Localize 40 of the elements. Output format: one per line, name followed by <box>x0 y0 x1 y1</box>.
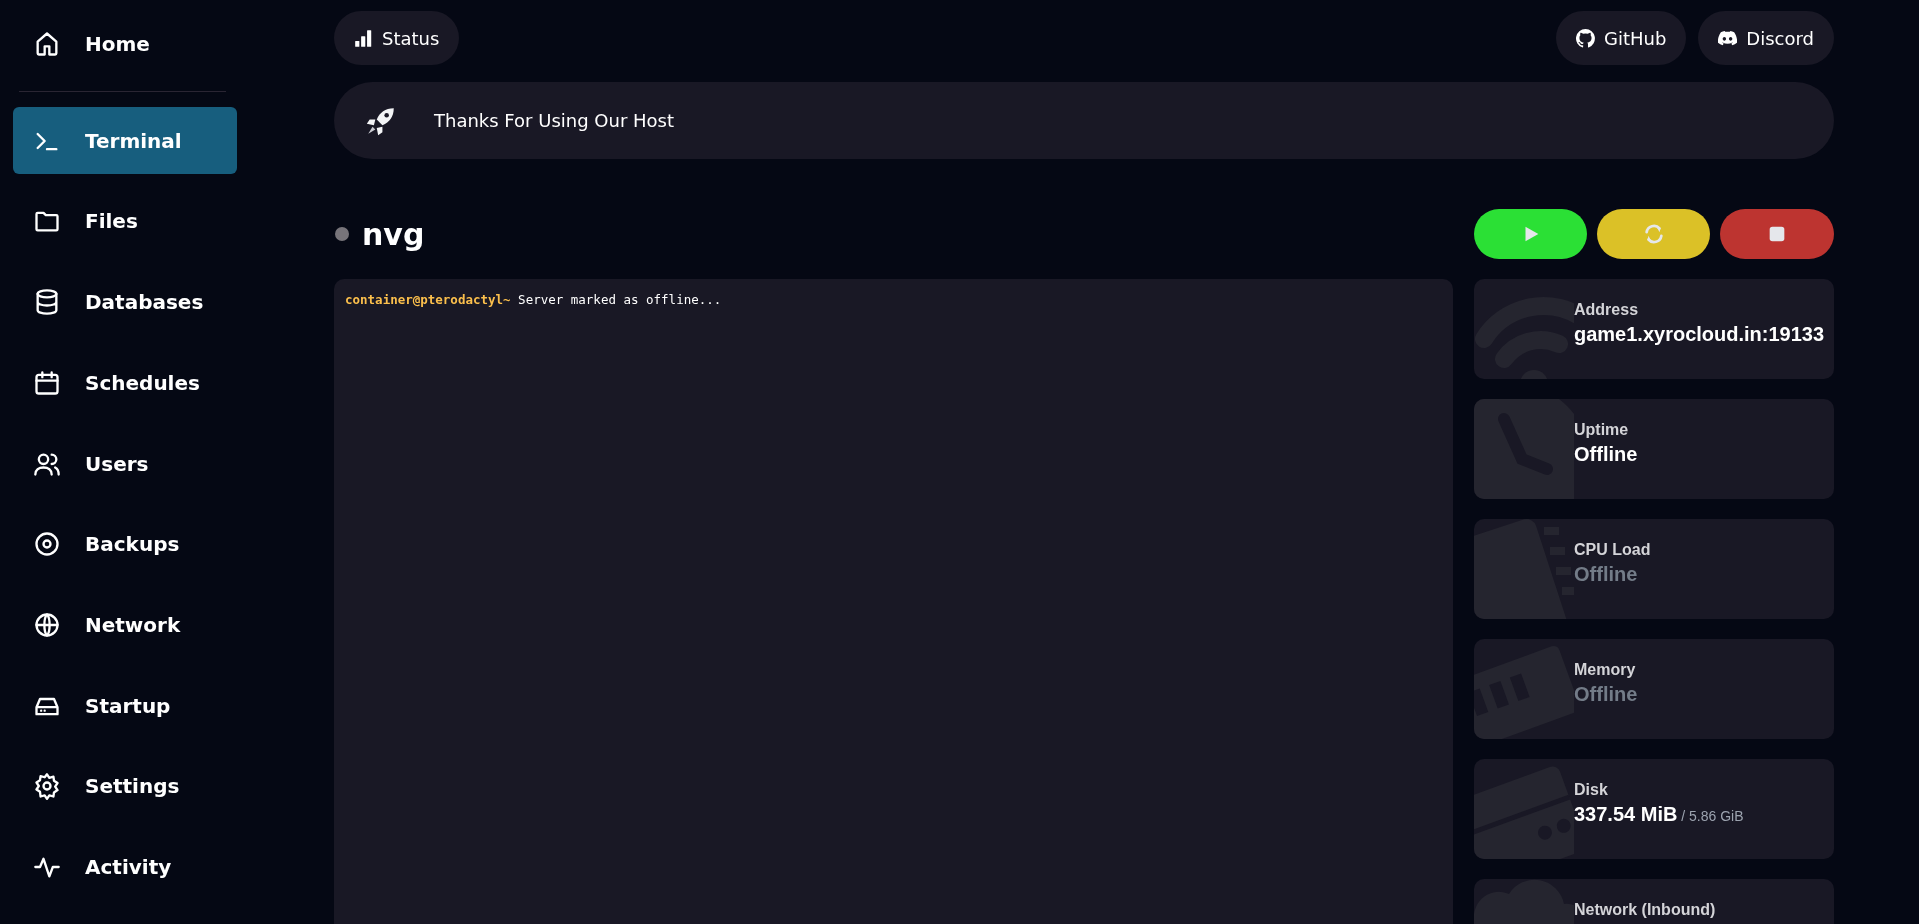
refresh-icon <box>1642 223 1665 245</box>
sidebar-item[interactable]: Backups <box>13 510 237 579</box>
stat-value: game1.xyrocloud.in:19133 <box>1574 323 1826 346</box>
stat-label: Address <box>1574 301 1640 319</box>
stat-label: Memory <box>1574 661 1637 679</box>
stat-value: Offline <box>1574 563 1639 586</box>
sidebar-item[interactable]: Network <box>13 591 237 659</box>
link-button[interactable]: Discord <box>1698 11 1834 65</box>
stat-label: CPU Load <box>1574 541 1652 559</box>
stop-button[interactable] <box>1720 209 1834 259</box>
sidebar-item[interactable]: Terminal <box>13 106 237 175</box>
stat-value: Offline <box>1574 683 1639 706</box>
sidebar-item[interactable]: Startup <box>13 671 237 740</box>
cat-icon <box>1575 28 1595 48</box>
console-line: container@pterodactyl~ Server marked as offline... <box>345 291 723 309</box>
sidebar-item[interactable]: Settings <box>13 752 237 821</box>
stat-value: Offline <box>1574 443 1639 466</box>
stat-label: Disk <box>1574 781 1609 799</box>
controller-icon <box>1718 28 1738 48</box>
sidebar-item[interactable]: Files <box>13 187 237 256</box>
stat-value: 337.54 MiB / 5.86 GiB <box>1574 803 1745 826</box>
restart-button[interactable] <box>1597 209 1710 259</box>
stat-label: Uptime <box>1574 421 1630 439</box>
disc-icon <box>33 530 61 559</box>
link-button[interactable]: Status <box>334 11 460 65</box>
start-button[interactable] <box>1474 209 1587 259</box>
calendar-icon <box>33 368 61 397</box>
sidebar-item[interactable]: Users <box>13 429 237 498</box>
settings-icon <box>33 772 61 801</box>
server-name: nvg <box>362 216 425 252</box>
stat-label: Network (Inbound) <box>1574 901 1717 919</box>
sidebar-item[interactable]: Activity <box>13 833 237 902</box>
link-button[interactable]: GitHub <box>1555 11 1687 65</box>
banner-text: Thanks For Using Our Host <box>434 110 674 131</box>
signal-icon <box>354 28 373 48</box>
sidebar-item[interactable]: Databases <box>13 268 237 336</box>
sidebar-item[interactable]: Home <box>13 10 237 78</box>
chip-icon <box>1474 519 1574 619</box>
sidebar-item[interactable]: Schedules <box>13 348 237 417</box>
globe-icon <box>33 611 61 639</box>
